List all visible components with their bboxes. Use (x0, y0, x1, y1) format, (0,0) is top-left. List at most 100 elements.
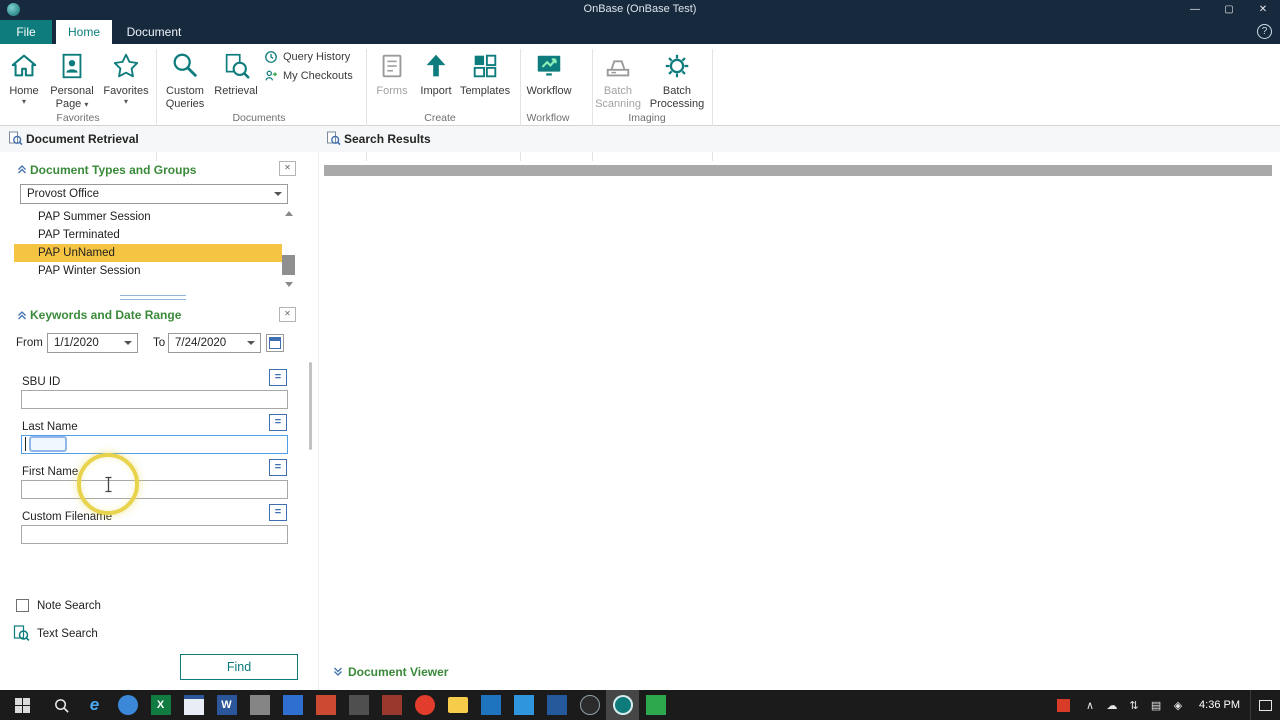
ribbon-retrieval-button[interactable]: Retrieval (212, 48, 260, 98)
taskbar-app-calendar[interactable] (177, 690, 210, 720)
dropdown-caret-icon: ▾ (84, 99, 89, 109)
operator-button[interactable]: = (269, 369, 287, 386)
ribbon-favorites-button[interactable]: Favorites ▾ (100, 48, 152, 106)
first-name-input[interactable] (21, 480, 288, 499)
dropdown-caret-icon: ▾ (21, 96, 26, 106)
group-label-create: Create (424, 112, 456, 124)
tab-file[interactable]: File (0, 20, 52, 44)
to-date-select[interactable]: 7/24/2020 (168, 333, 261, 353)
tray-volume-icon[interactable]: ◈ (1167, 699, 1189, 712)
close-button[interactable]: ✕ (1246, 0, 1280, 20)
to-label: To (153, 337, 166, 349)
start-button[interactable] (0, 690, 44, 720)
collapse-section-icon[interactable] (16, 309, 28, 321)
doc-type-item[interactable]: PAP Winter Session (14, 262, 282, 280)
taskbar-app-11[interactable] (408, 690, 441, 720)
find-button[interactable]: Find (180, 654, 298, 680)
tray-sync-icon[interactable]: ⇅ (1123, 699, 1145, 712)
taskbar-app-edge[interactable]: e (78, 690, 111, 720)
ribbon-templates-button[interactable]: Templates (460, 48, 510, 98)
taskbar-app-16[interactable] (573, 690, 606, 720)
tray-network-icon[interactable]: ▤ (1145, 699, 1167, 712)
help-button[interactable]: ? (1257, 24, 1272, 39)
templates-icon (470, 51, 500, 81)
ribbon-batch-scanning-button[interactable]: Batch Scanning (594, 48, 642, 110)
doc-types-section-header[interactable]: Document Types and Groups (30, 163, 196, 177)
taskbar-app-onbase[interactable] (606, 690, 639, 720)
document-group-select[interactable]: Provost Office (20, 184, 288, 204)
search-results-icon (326, 131, 341, 146)
section-splitter[interactable] (120, 295, 186, 296)
keywords-section-header[interactable]: Keywords and Date Range (30, 308, 181, 322)
tray-chevron-up-icon[interactable]: ∧ (1079, 699, 1101, 712)
taskbar-clock[interactable]: 4:36 PM (1199, 699, 1240, 711)
keyword-label: SBU ID (22, 376, 61, 388)
taskbar-app-excel[interactable]: X (144, 690, 177, 720)
home-icon (9, 51, 39, 81)
ribbon-batch-processing-button[interactable]: Batch Processing (648, 48, 706, 110)
taskbar-app-18[interactable] (639, 690, 672, 720)
section-splitter[interactable] (120, 299, 186, 300)
text-search-icon[interactable] (13, 625, 30, 642)
taskbar-app-6[interactable] (243, 690, 276, 720)
tray-app-icon[interactable] (1057, 698, 1071, 712)
tab-home[interactable]: Home (56, 20, 112, 44)
maximize-button[interactable]: ▢ (1212, 0, 1246, 20)
from-label: From (16, 337, 43, 349)
taskbar-app-14[interactable] (507, 690, 540, 720)
ribbon-home-button[interactable]: Home ▾ (2, 48, 46, 106)
operator-button[interactable]: = (269, 504, 287, 521)
minimize-button[interactable]: — (1178, 0, 1212, 20)
collapse-section-icon[interactable] (16, 163, 28, 175)
ribbon-personal-page-button[interactable]: Personal Page ▾ (48, 48, 96, 110)
calendar-button[interactable] (266, 334, 284, 352)
taskbar-search-button[interactable] (44, 690, 78, 720)
document-retrieval-icon (8, 131, 23, 146)
note-search-checkbox[interactable] (16, 599, 29, 612)
ribbon-workflow-button[interactable]: Workflow (523, 48, 575, 98)
system-tray: ∧ ☁ ⇅ ▤ ◈ 4:36 PM (1048, 690, 1280, 720)
search-icon (221, 51, 251, 81)
close-section-button[interactable]: ✕ (279, 307, 296, 322)
action-center-button[interactable] (1250, 690, 1280, 720)
tab-document[interactable]: Document (116, 20, 192, 44)
taskbar-app-8[interactable] (309, 690, 342, 720)
ribbon: Home ▾ Personal Page ▾ Favorites ▾ Custom … (0, 44, 1280, 161)
close-section-button[interactable]: ✕ (279, 161, 296, 176)
sbu-id-input[interactable] (21, 390, 288, 409)
taskbar-app-browser[interactable] (111, 690, 144, 720)
doc-type-list-scrollbar[interactable] (281, 209, 296, 287)
group-label-workflow: Workflow (526, 112, 570, 124)
scroll-up-icon[interactable] (285, 211, 293, 216)
chevron-down-icon (124, 341, 132, 345)
taskbar-app-7[interactable] (276, 690, 309, 720)
operator-button[interactable]: = (269, 459, 287, 476)
form-icon (377, 51, 407, 81)
scrollbar-thumb[interactable] (282, 255, 295, 275)
ribbon-custom-queries-button[interactable]: Custom Queries (160, 48, 210, 110)
chevron-down-icon (274, 192, 282, 196)
doc-type-item[interactable]: PAP Terminated (14, 226, 282, 244)
custom-filename-input[interactable] (21, 525, 288, 544)
doc-type-item-selected[interactable]: PAP UnNamed (14, 244, 282, 262)
taskbar-app-13[interactable] (474, 690, 507, 720)
taskbar-app-9[interactable] (342, 690, 375, 720)
expand-viewer-icon[interactable] (332, 666, 344, 678)
from-date-select[interactable]: 1/1/2020 (47, 333, 138, 353)
doc-type-item[interactable]: PAP Summer Session (14, 208, 282, 226)
taskbar-app-word[interactable]: W (210, 690, 243, 720)
panel-scrollbar[interactable] (309, 362, 312, 450)
scroll-down-icon[interactable] (285, 282, 293, 287)
ribbon-query-history-button[interactable]: Query History (264, 50, 350, 64)
operator-button[interactable]: = (269, 414, 287, 431)
group-label-favorites: Favorites (56, 112, 100, 124)
taskbar-app-15[interactable] (540, 690, 573, 720)
ribbon-my-checkouts-button[interactable]: My Checkouts (264, 69, 353, 83)
notification-icon (1259, 699, 1272, 711)
taskbar-app-10[interactable] (375, 690, 408, 720)
taskbar-app-folder[interactable] (441, 690, 474, 720)
ribbon-import-button[interactable]: Import (414, 48, 458, 98)
document-viewer-header[interactable]: Document Viewer (348, 665, 448, 679)
ribbon-forms-button[interactable]: Forms (370, 48, 414, 98)
tray-cloud-icon[interactable]: ☁ (1101, 699, 1123, 712)
